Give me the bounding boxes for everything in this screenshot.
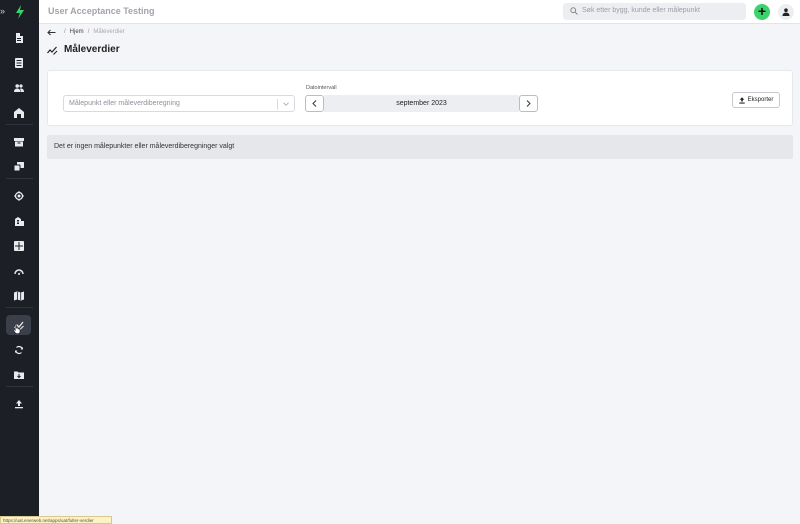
document-icon bbox=[15, 33, 23, 43]
select-divider bbox=[277, 99, 278, 110]
add-button[interactable]: + bbox=[754, 4, 770, 20]
search-icon bbox=[570, 7, 578, 15]
sidebar-item-target[interactable] bbox=[6, 186, 31, 206]
date-value[interactable]: september 2023 bbox=[324, 95, 519, 112]
expand-sidebar-button[interactable]: » bbox=[0, 6, 8, 16]
grid-icon bbox=[13, 241, 24, 251]
select-placeholder: Målepunkt eller måleverdiberegning bbox=[69, 100, 180, 107]
folder-icon bbox=[13, 371, 24, 379]
next-month-button[interactable] bbox=[519, 95, 538, 112]
status-bar-url: https://uat.enerweb.net/apps/uat/fulter-… bbox=[0, 516, 112, 524]
target-icon bbox=[13, 191, 24, 201]
sidebar-divider bbox=[6, 124, 33, 125]
sidebar-item-grid[interactable] bbox=[6, 236, 31, 256]
sidebar-item-list[interactable] bbox=[6, 53, 31, 73]
map-icon bbox=[13, 291, 24, 301]
sync-icon bbox=[14, 345, 23, 355]
breadcrumb-separator: / bbox=[87, 29, 90, 35]
list-icon bbox=[14, 58, 23, 68]
back-arrow-icon[interactable] bbox=[47, 29, 56, 36]
sidebar-item-archive[interactable] bbox=[6, 132, 31, 152]
sidebar-item-upload[interactable] bbox=[6, 394, 31, 414]
empty-state-message: Det er ingen målepunkter eller måleverdi… bbox=[47, 135, 793, 159]
chevron-down-icon[interactable] bbox=[283, 101, 289, 107]
sidebar-divider bbox=[6, 178, 33, 179]
sidebar-item-folder[interactable] bbox=[6, 365, 31, 385]
app-title: User Acceptance Testing bbox=[48, 6, 155, 16]
user-icon bbox=[782, 8, 790, 16]
top-bar: User Acceptance Testing Søk etter bygg, … bbox=[39, 0, 800, 24]
search-placeholder: Søk etter bygg, kunde eller målepunkt bbox=[582, 7, 700, 14]
filter-card: Målepunkt eller måleverdiberegning Datoi… bbox=[47, 70, 793, 126]
chevron-right-icon bbox=[526, 100, 531, 107]
sidebar-item-building[interactable] bbox=[6, 103, 31, 123]
page-title: Måleverdier bbox=[64, 44, 120, 55]
search-input[interactable]: Søk etter bygg, kunde eller målepunkt bbox=[563, 3, 746, 20]
sidebar-divider bbox=[6, 386, 33, 387]
breadcrumb-separator: / bbox=[64, 29, 66, 35]
sidebar-item-buildings[interactable] bbox=[6, 211, 31, 231]
logo-icon[interactable] bbox=[12, 4, 28, 20]
people-icon bbox=[13, 84, 24, 92]
chevron-left-icon bbox=[312, 100, 317, 107]
sidebar-item-map[interactable] bbox=[6, 286, 31, 306]
building-icon bbox=[13, 108, 24, 118]
chart-line-icon bbox=[47, 46, 58, 55]
page-header: Måleverdier bbox=[47, 44, 120, 55]
date-interval-label: Datointervall bbox=[306, 85, 337, 91]
export-button-label: Eksporter bbox=[747, 97, 774, 103]
sidebar-item-people[interactable] bbox=[6, 78, 31, 98]
previous-month-button[interactable] bbox=[305, 95, 324, 112]
sidebar: » bbox=[0, 0, 39, 524]
export-button[interactable]: Eksporter bbox=[732, 92, 780, 108]
gauge-icon bbox=[13, 269, 24, 275]
upload-icon bbox=[14, 400, 23, 409]
buildings-icon bbox=[14, 217, 24, 226]
sidebar-item-sync[interactable] bbox=[6, 340, 31, 360]
sidebar-item-copy[interactable] bbox=[6, 157, 31, 177]
measurement-point-select[interactable]: Målepunkt eller måleverdiberegning bbox=[63, 95, 295, 112]
sidebar-item-measurements[interactable] bbox=[6, 315, 31, 335]
breadcrumb-current: Måleverdier bbox=[93, 29, 125, 35]
archive-icon bbox=[13, 138, 24, 147]
sidebar-item-gauge[interactable] bbox=[6, 261, 31, 281]
upload-icon bbox=[738, 96, 745, 104]
sidebar-item-documents[interactable] bbox=[6, 28, 31, 48]
breadcrumb-home-link[interactable]: Hjem bbox=[70, 29, 84, 35]
hand-cursor-icon bbox=[13, 324, 21, 334]
sidebar-divider bbox=[6, 307, 33, 308]
copy-icon bbox=[13, 162, 24, 172]
user-menu-button[interactable] bbox=[778, 4, 794, 20]
breadcrumb: / Hjem / Måleverdier bbox=[47, 27, 125, 37]
date-interval-picker: september 2023 bbox=[305, 95, 538, 112]
